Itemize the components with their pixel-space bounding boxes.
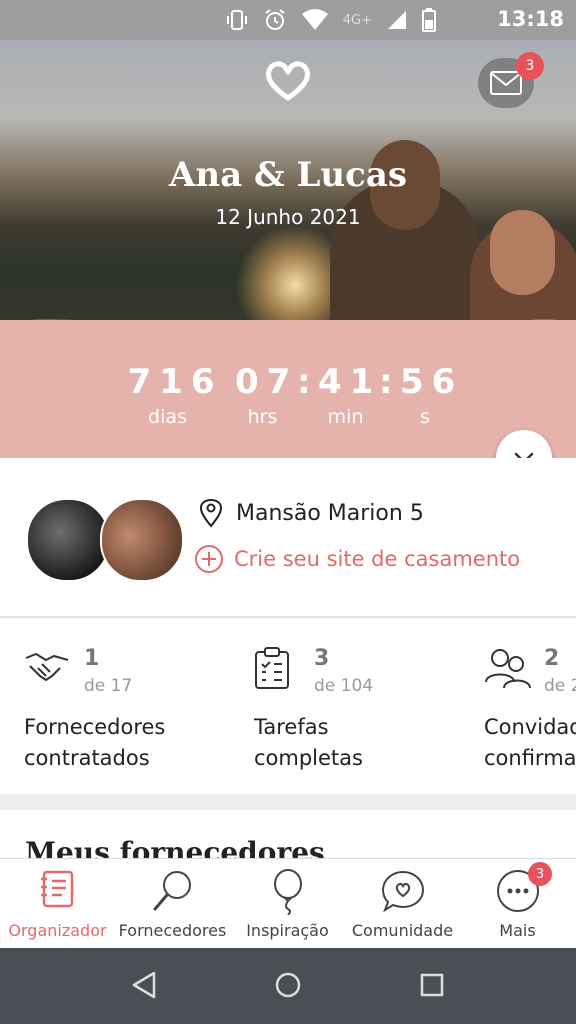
nav-fornecedores-label: Fornecedores bbox=[118, 921, 227, 940]
venue-row[interactable]: Mansão Marion 5 bbox=[198, 498, 424, 528]
nav-comunidade-label: Comunidade bbox=[351, 921, 454, 940]
home-icon[interactable] bbox=[274, 970, 302, 1000]
stat-guests-count: 2 bbox=[544, 646, 560, 671]
heart-logo-icon bbox=[266, 61, 310, 101]
system-navigation-bar bbox=[0, 948, 576, 1024]
countdown-hours-label: hrs bbox=[247, 406, 278, 428]
recents-icon[interactable] bbox=[418, 970, 446, 1000]
wifi-icon bbox=[301, 9, 328, 30]
nav-organizador[interactable]: Organizador bbox=[0, 859, 115, 949]
stat-guests[interactable]: 2 de 2 Convidadosconfirmados bbox=[484, 618, 576, 794]
countdown-seconds-label: s bbox=[420, 406, 430, 428]
venue-name: Mansão Marion 5 bbox=[236, 500, 424, 526]
messages-badge: 3 bbox=[516, 52, 544, 80]
nav-mais-label: Mais bbox=[499, 921, 536, 940]
create-site-link[interactable]: Crie seu site de casamento bbox=[194, 544, 520, 574]
countdown-separator: : bbox=[297, 362, 311, 402]
more-badge: 3 bbox=[528, 862, 552, 886]
alarm-icon bbox=[265, 9, 285, 30]
stat-vendors[interactable]: 1 de 17 Fornecedores contratados bbox=[24, 618, 254, 794]
add-circle-icon bbox=[195, 545, 223, 573]
countdown-panel: 716 dias 07 : hrs 41 : min 56 s bbox=[0, 319, 576, 458]
nav-fornecedores[interactable]: Fornecedores bbox=[115, 859, 230, 949]
stat-tasks-label: Tarefas completas bbox=[254, 715, 363, 770]
clipboard-checklist-icon bbox=[255, 647, 289, 689]
countdown-hours: 07 bbox=[235, 362, 299, 402]
stat-tasks-count: 3 bbox=[314, 646, 330, 671]
wave-divider bbox=[0, 319, 576, 348]
handshake-icon bbox=[25, 653, 69, 681]
notebook-icon bbox=[40, 870, 73, 908]
couple-names: Ana & Lucas bbox=[169, 155, 407, 195]
countdown-days: 716 bbox=[127, 362, 223, 402]
stat-tasks[interactable]: 3 de 104 Tarefas completas bbox=[254, 618, 484, 794]
vibrate-icon bbox=[226, 10, 247, 30]
chat-heart-icon bbox=[381, 870, 424, 913]
status-bar: 4G+ 13:18 bbox=[0, 0, 576, 40]
countdown-minutes: 41 bbox=[318, 362, 382, 402]
signal-icon bbox=[388, 11, 406, 29]
wedding-date: 12 Junho 2021 bbox=[215, 205, 361, 229]
wedding-info: Mansão Marion 5 Crie seu site de casamen… bbox=[0, 458, 576, 618]
guests-icon bbox=[485, 649, 531, 689]
stat-tasks-total: de 104 bbox=[314, 676, 374, 696]
nav-inspiracao-label: Inspiração bbox=[246, 921, 329, 940]
stat-vendors-total: de 17 bbox=[84, 676, 133, 696]
balloon-icon bbox=[273, 869, 302, 915]
stat-guests-total: de 2 bbox=[544, 676, 576, 696]
location-pin-icon bbox=[199, 498, 223, 528]
nav-mais[interactable]: Mais bbox=[460, 859, 575, 949]
create-site-label: Crie seu site de casamento bbox=[234, 547, 521, 571]
envelope-icon bbox=[490, 71, 522, 95]
magnifier-icon bbox=[153, 871, 191, 911]
stat-guests-label: Convidadosconfirmados bbox=[484, 715, 576, 770]
avatar-partner-2[interactable] bbox=[100, 498, 184, 582]
hero-photo: 3 Ana & Lucas 12 Junho 2021 bbox=[0, 40, 576, 350]
countdown-seconds: 56 bbox=[400, 362, 464, 402]
status-time: 13:18 bbox=[497, 7, 564, 31]
avatar-partner-1[interactable] bbox=[26, 498, 110, 582]
nav-comunidade[interactable]: Comunidade bbox=[345, 859, 460, 949]
stat-vendors-count: 1 bbox=[84, 646, 100, 671]
section-divider bbox=[0, 794, 576, 810]
network-type: 4G+ bbox=[342, 12, 372, 28]
stats-carousel[interactable]: 1 de 17 Fornecedores contratados 3 de 104… bbox=[0, 618, 576, 794]
battery-icon bbox=[422, 8, 436, 32]
countdown-days-label: dias bbox=[148, 406, 187, 428]
countdown-minutes-label: min bbox=[327, 406, 364, 428]
countdown-separator: : bbox=[379, 362, 393, 402]
bottom-navigation: Organizador Fornecedores Inspiração Comu… bbox=[0, 858, 576, 949]
back-icon[interactable] bbox=[130, 970, 158, 1000]
nav-inspiracao[interactable]: Inspiração bbox=[230, 859, 345, 949]
stat-vendors-label: Fornecedores contratados bbox=[24, 715, 166, 770]
nav-organizador-label: Organizador bbox=[8, 921, 107, 940]
status-icons: 4G+ bbox=[225, 8, 436, 32]
